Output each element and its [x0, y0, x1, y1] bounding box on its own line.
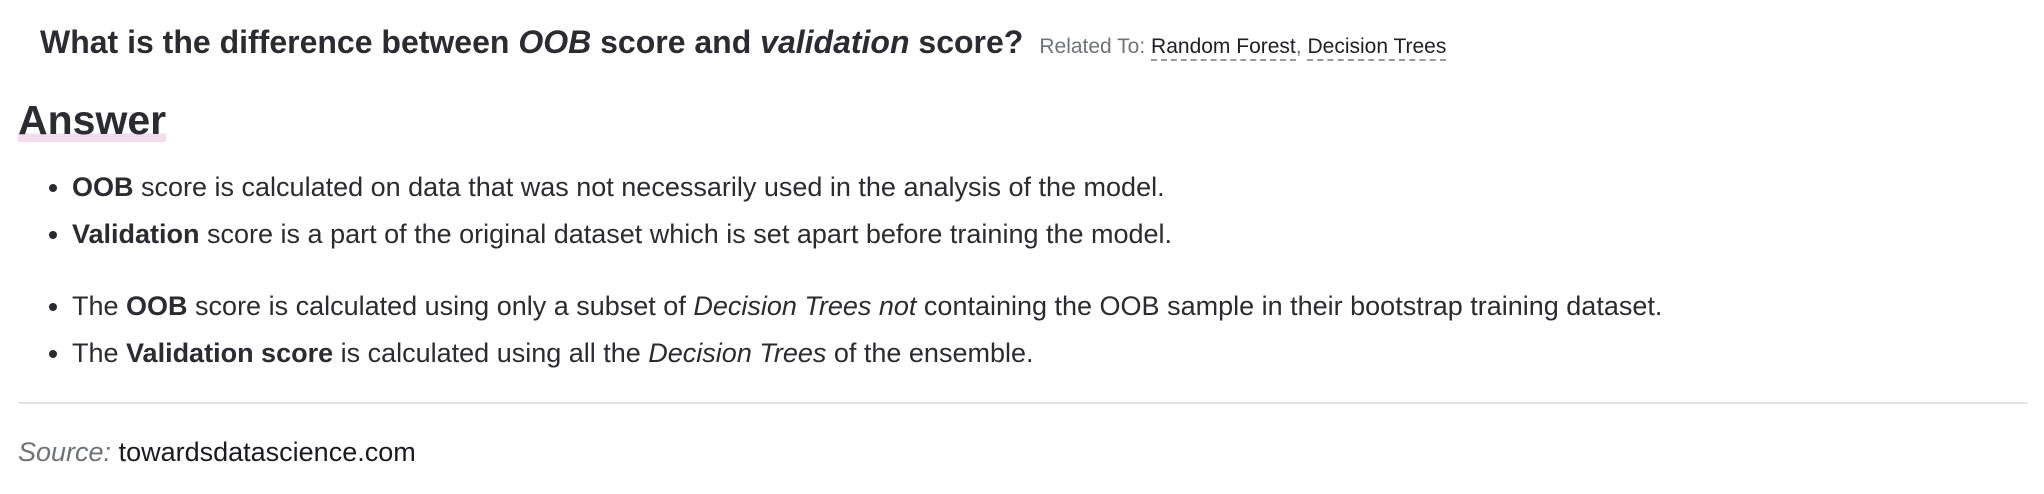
list-item: The OOB score is calculated using only a…	[72, 283, 1662, 330]
question-text-2: score and	[591, 24, 761, 60]
list-item: Validation score is a part of the origin…	[72, 211, 1172, 258]
term-oob: OOB	[72, 172, 134, 202]
source-line: Source: towardsdatascience.com	[18, 437, 416, 468]
answer-heading: Answer	[18, 96, 167, 144]
term-oob: OOB	[126, 291, 188, 321]
question-text-1: What is the difference between	[40, 24, 519, 60]
definition-text: score is calculated on data that was not…	[133, 172, 1165, 202]
answer-list-definitions: OOB score is calculated on data that was…	[40, 164, 1172, 258]
term-decision-trees: Decision Trees not	[693, 291, 917, 321]
list-item: The Validation score is calculated using…	[72, 330, 1662, 377]
definition-text: score is a part of the original dataset …	[199, 219, 1173, 249]
qa-card: What is the difference between OOB score…	[0, 0, 2044, 494]
related-link-decision-trees[interactable]: Decision Trees	[1307, 35, 1447, 61]
item-middle: score is calculated using only a subset …	[187, 291, 694, 321]
question-term-validation: validation	[760, 24, 910, 60]
related-separator: ,	[1295, 35, 1302, 58]
term-decision-trees: Decision Trees	[648, 338, 827, 368]
related-link-random-forest[interactable]: Random Forest	[1151, 35, 1296, 61]
item-prefix: The	[72, 338, 127, 368]
question-text-3: score?	[909, 24, 1024, 60]
related-label: Related To:	[1039, 35, 1146, 58]
term-validation-score: Validation score	[126, 338, 334, 368]
divider	[18, 402, 2028, 404]
answer-list-comparison: The OOB score is calculated using only a…	[40, 283, 1662, 377]
list-item: OOB score is calculated on data that was…	[72, 164, 1172, 211]
item-prefix: The	[72, 291, 127, 321]
term-validation: Validation	[72, 219, 200, 249]
source-label: Source:	[18, 437, 112, 467]
related-to: Related To: Random Forest, Decision Tree…	[1039, 35, 1447, 61]
item-suffix: of the ensemble.	[826, 338, 1034, 368]
item-middle: is calculated using all the	[333, 338, 649, 368]
question-term-oob: OOB	[518, 24, 592, 60]
source-value: towardsdatascience.com	[118, 437, 416, 467]
item-suffix: containing the OOB sample in their boots…	[916, 291, 1663, 321]
question-row: What is the difference between OOB score…	[40, 24, 1447, 61]
question-title: What is the difference between OOB score…	[40, 24, 1023, 61]
